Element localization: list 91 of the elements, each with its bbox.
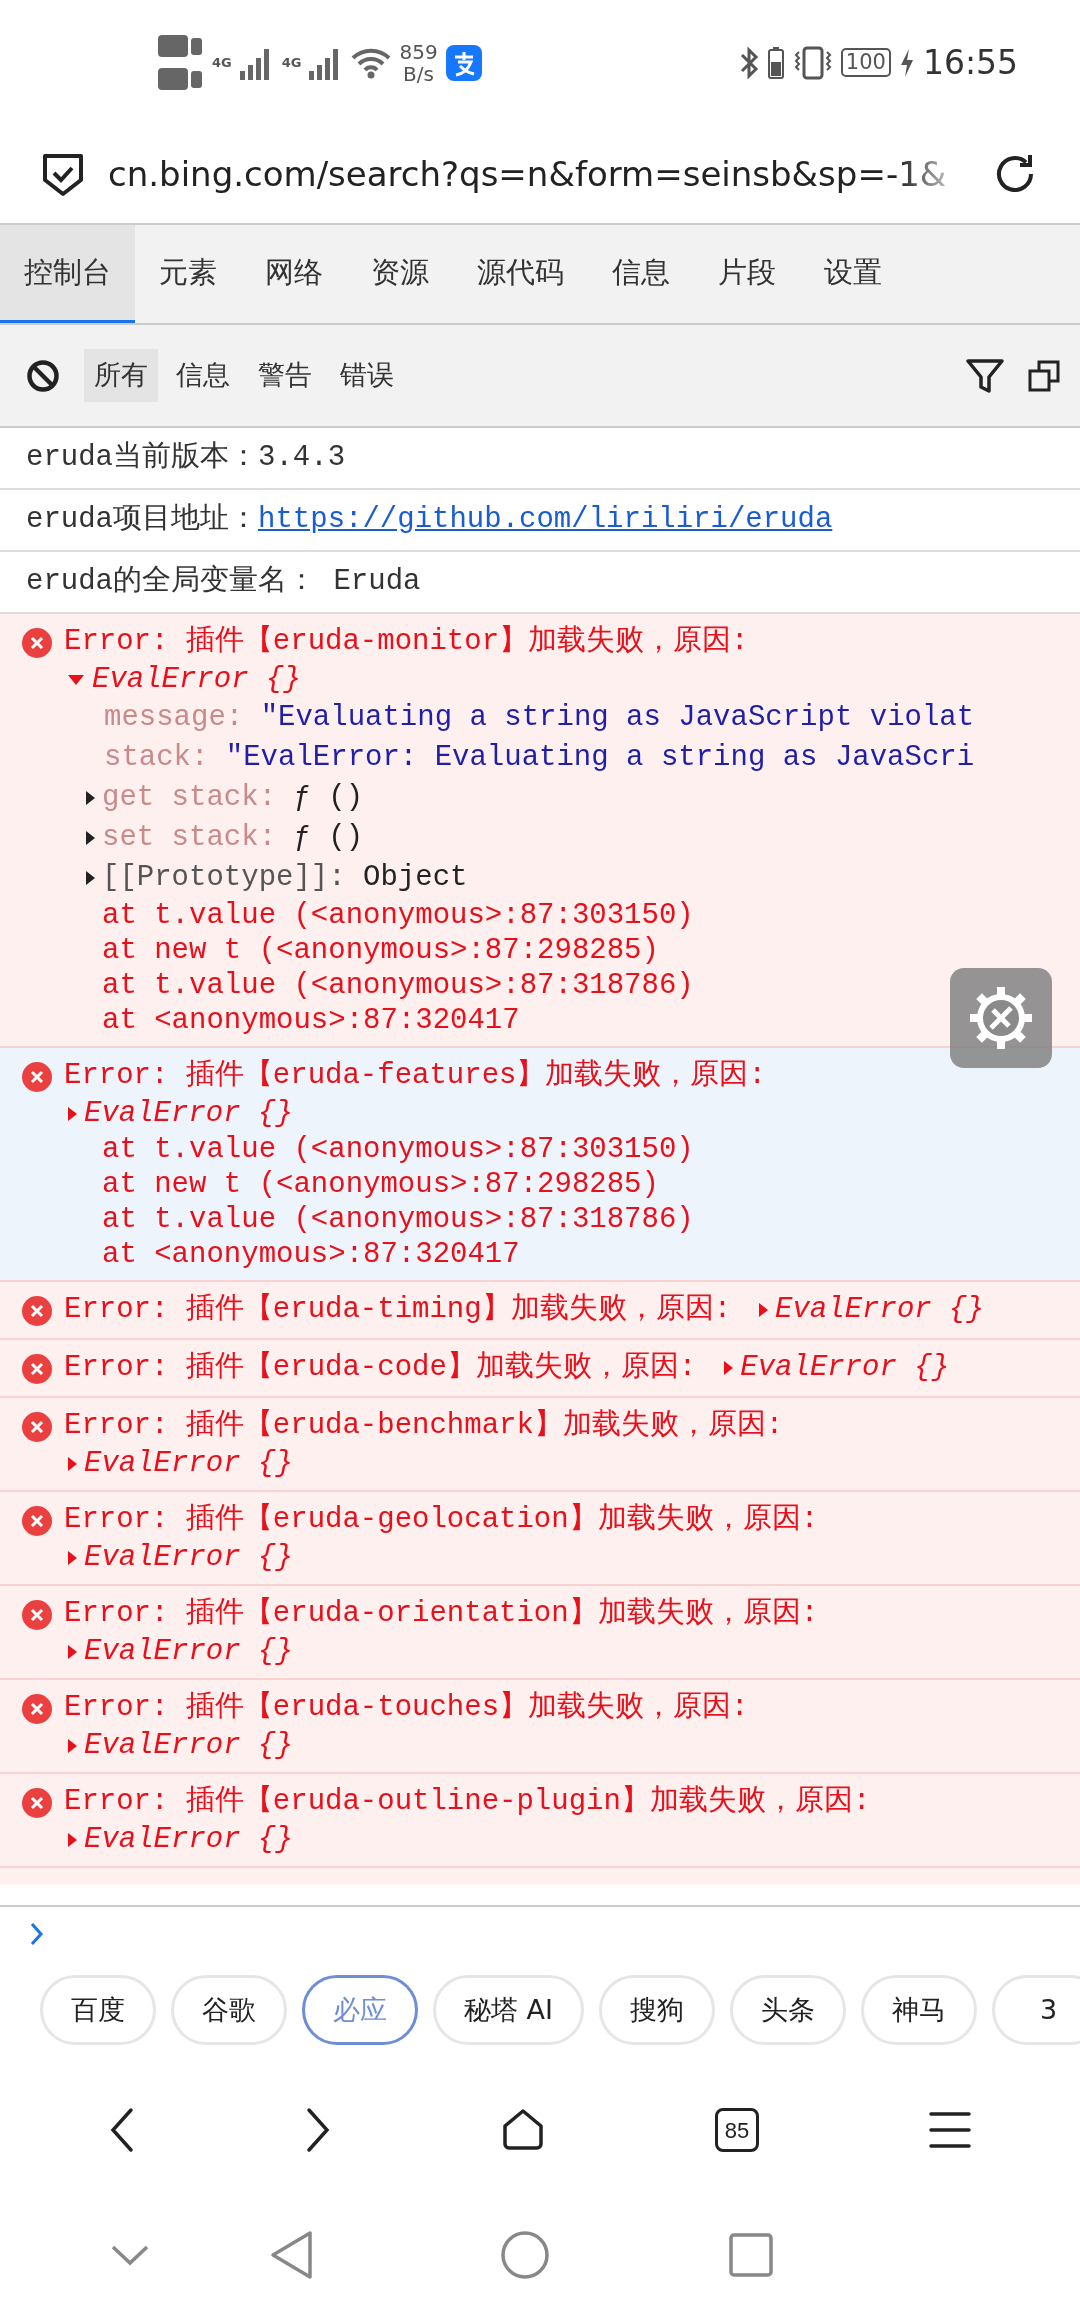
collapse-icon[interactable] (110, 2244, 150, 2266)
stack-trace-line: at <anonymous>:87:320417 (101, 1237, 521, 1272)
error-message: Error: 插件【eruda-timing】加载失败，原因: (64, 1292, 732, 1328)
error-object[interactable]: EvalError {} (64, 1634, 1070, 1670)
network-speed-unit: B/s (402, 62, 435, 85)
search-engine-chip[interactable]: 头条 (730, 1975, 846, 2045)
tabs-button[interactable]: 85 (715, 2108, 759, 2152)
home-icon[interactable] (501, 2108, 545, 2152)
error-object[interactable]: EvalError {} (64, 1728, 1070, 1764)
filter-icon[interactable] (966, 357, 1004, 394)
stack-trace-line: at t.value (<anonymous>:87:318786) (101, 968, 695, 1003)
filter-tab[interactable]: 错误 (330, 349, 404, 402)
wifi-icon (351, 46, 392, 79)
devtools-tab[interactable]: 资源 (347, 225, 453, 323)
stack-trace-line: at t.value (<anonymous>:87:318786) (101, 1202, 695, 1237)
shield-check-icon (42, 151, 84, 197)
error-icon (22, 1412, 52, 1442)
devtools-tab[interactable]: 片段 (694, 225, 800, 323)
object-property[interactable]: set stack: ƒ () (64, 818, 1070, 858)
network-speed: 859 (399, 40, 438, 63)
error-icon (22, 1600, 52, 1630)
object-property: stack: "EvalError: Evaluating a string as JavaScri (103, 740, 976, 776)
error-object[interactable]: EvalError {} (64, 1540, 1070, 1576)
recents-icon[interactable] (728, 2232, 774, 2278)
stack-trace-line: at new t (<anonymous>:87:298285) (101, 933, 660, 968)
collapsed-caret-icon (86, 791, 95, 805)
collapsed-caret-icon (86, 871, 95, 885)
settings-button[interactable] (950, 968, 1052, 1068)
stack-trace-line: at t.value (<anonymous>:87:303150) (101, 1132, 695, 1167)
error-icon (22, 1296, 52, 1326)
error-object[interactable]: EvalError {} (720, 1350, 950, 1386)
error-object[interactable]: EvalError {} (64, 1822, 1070, 1858)
devtools-tab[interactable]: 网络 (241, 225, 347, 323)
devtools-tab[interactable]: 源代码 (453, 225, 588, 323)
error-object[interactable]: EvalError {} (64, 662, 1070, 698)
log-message: eruda当前版本：3.4.3 (0, 428, 1080, 490)
stack-trace-line: at t.value (<anonymous>:87:303150) (101, 898, 695, 933)
forward-icon[interactable] (305, 2107, 331, 2153)
error-object[interactable]: EvalError {} (755, 1292, 984, 1328)
error-object[interactable]: EvalError {} (64, 1096, 1070, 1132)
error-message: Error: 插件【eruda-geolocation】加载失败，原因: (64, 1502, 820, 1538)
devtools-tab[interactable]: 设置 (800, 225, 906, 323)
back-icon[interactable] (109, 2107, 135, 2153)
search-engine-chip[interactable]: 3 (992, 1975, 1080, 2045)
devtools-tab[interactable]: 元素 (135, 225, 241, 323)
search-engine-chip[interactable]: 百度 (40, 1975, 156, 2045)
error-message: Error: 插件【eruda-benchmark】加载失败，原因: (64, 1408, 785, 1444)
vibrate-icon (792, 45, 833, 80)
search-engine-chip[interactable]: 搜狗 (599, 1975, 715, 2045)
error-message: Error: 插件【eruda-orientation】加载失败，原因: (64, 1596, 820, 1632)
menu-icon[interactable] (929, 2110, 971, 2150)
collapsed-caret-icon (86, 831, 95, 845)
error-message: Error: 插件【eruda-outline-plugin】加载失败，原因: (64, 1784, 872, 1820)
search-engine-chip[interactable]: 谷歌 (171, 1975, 287, 2045)
object-property: message: "Evaluating a string as JavaScript violat (103, 700, 976, 736)
error-object[interactable]: EvalError {} (64, 1446, 1070, 1482)
payment-app-icon (445, 44, 482, 81)
devtools-tab[interactable]: 信息 (588, 225, 694, 323)
object-property[interactable]: get stack: ƒ () (64, 778, 1070, 818)
error-message: Error: 插件【eruda-monitor】加载失败，原因: (64, 624, 750, 660)
clear-icon[interactable] (26, 358, 60, 393)
stack-trace-line: at new t (<anonymous>:87:298285) (101, 1167, 660, 1202)
battery-icon (766, 45, 785, 80)
error-message: Error: 插件【eruda-touches】加载失败，原因: (64, 1690, 750, 1726)
battery-level: 100 (840, 48, 891, 77)
object-property[interactable]: [[Prototype]]: Object (64, 858, 1070, 898)
address-field[interactable]: cn.bing.com/search?qs=n&form=seinsb&sp=-1& (108, 148, 968, 200)
clock: 16:55 (922, 41, 1018, 84)
devtools-tab[interactable]: 控制台 (0, 225, 135, 323)
prompt-icon[interactable] (30, 1921, 44, 1946)
filter-tab[interactable]: 警告 (248, 349, 322, 402)
filter-tab[interactable]: 信息 (166, 349, 240, 402)
network-type-label: 4G (212, 53, 232, 72)
error-icon (22, 1062, 52, 1092)
network-type-label: 4G (281, 53, 302, 72)
error-message: Error: 插件【eruda-code】加载失败，原因: (64, 1350, 697, 1386)
error-icon (22, 1694, 52, 1724)
error-icon (22, 1788, 52, 1818)
filter-tab[interactable]: 所有 (84, 349, 158, 402)
copy-icon[interactable] (1028, 359, 1060, 392)
stack-trace-line: at <anonymous>:87:320417 (101, 1003, 521, 1038)
bluetooth-icon (738, 45, 759, 80)
search-engine-chip[interactable]: 秘塔 AI (433, 1975, 584, 2045)
error-icon (22, 1354, 52, 1384)
error-message: Error: 插件【eruda-features】加载失败，原因: (64, 1058, 767, 1094)
charging-icon (898, 47, 915, 78)
search-engine-chip[interactable]: 神马 (861, 1975, 977, 2045)
link[interactable]: https://github.com/liriliri/eruda (258, 503, 833, 536)
error-icon (22, 1506, 52, 1536)
log-message: eruda项目地址： (26, 503, 258, 536)
error-icon (22, 628, 52, 658)
